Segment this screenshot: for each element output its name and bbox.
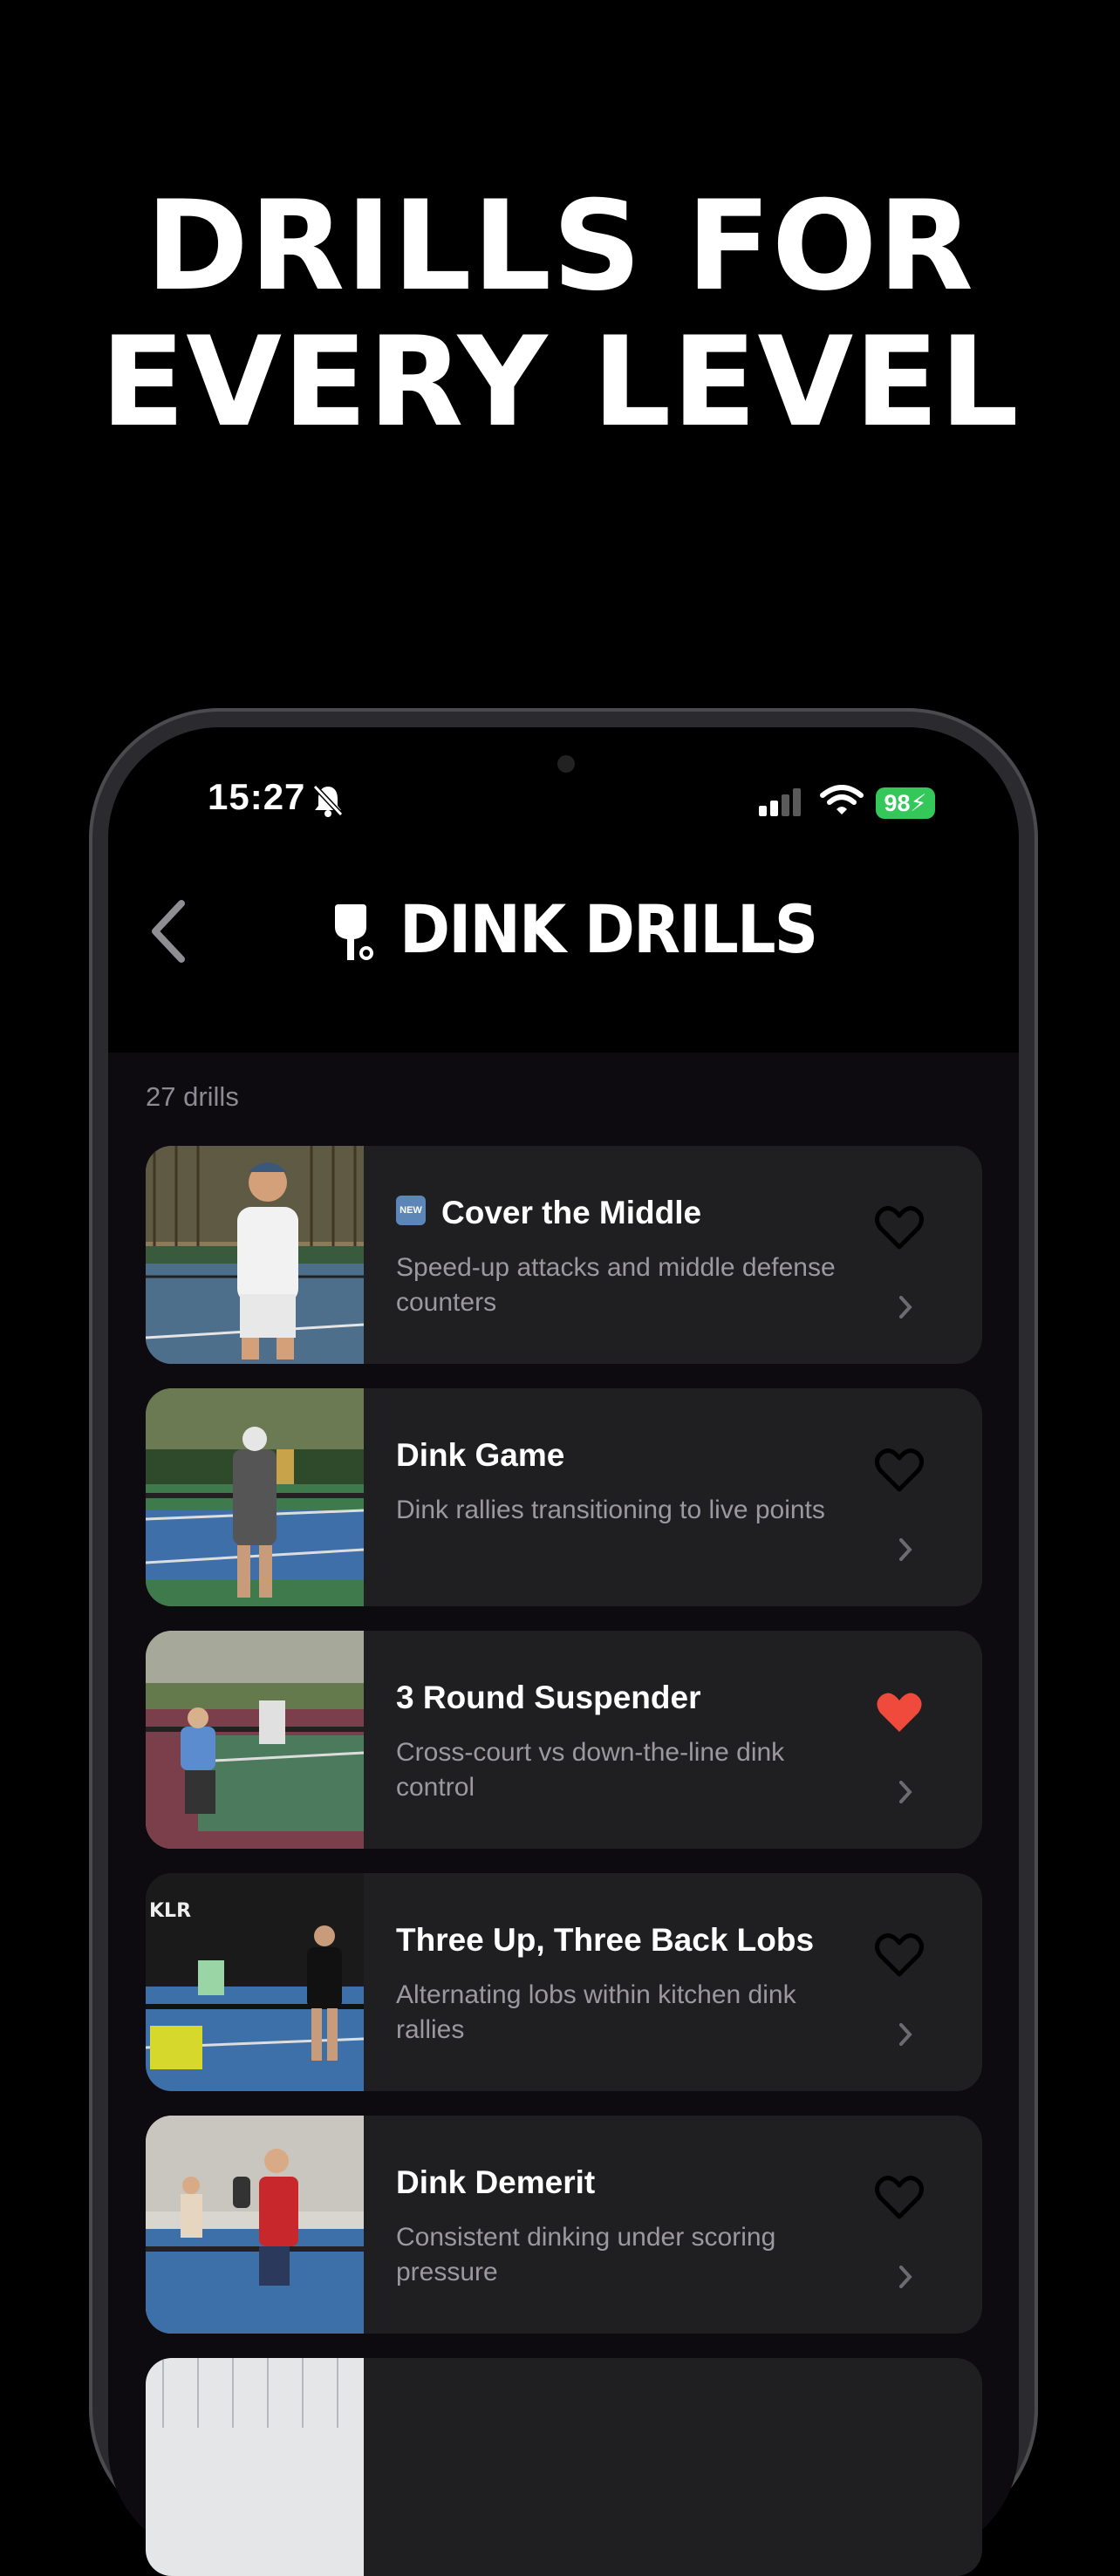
- headline-line-1: DRILLS FOR: [146, 174, 974, 318]
- cellular-signal-icon: [759, 788, 801, 816]
- drill-card[interactable]: Dink Demerit Consistent dinking under sc…: [146, 2116, 982, 2334]
- battery-indicator: 98⚡: [876, 787, 935, 819]
- status-time: 15:27: [208, 776, 306, 817]
- drill-thumbnail: [146, 1388, 364, 1606]
- drill-description: Speed-up attacks and middle defense coun…: [396, 1253, 836, 1317]
- drill-title: Dink Demerit: [396, 2164, 596, 2200]
- heart-outline-icon[interactable]: [875, 1448, 924, 1493]
- drill-title: 3 Round Suspender: [396, 1680, 701, 1715]
- thumbnail-wall-text: KLR: [149, 1900, 191, 1922]
- charging-bolt-icon: ⚡: [910, 790, 927, 816]
- drill-description: Dink rallies transitioning to live point…: [396, 1496, 825, 1524]
- heart-filled-icon[interactable]: [875, 1690, 924, 1735]
- hero-headline: DRILLS FOR EVERY LEVEL: [0, 179, 1120, 451]
- drill-title: Three Up, Three Back Lobs: [396, 1922, 815, 1958]
- page-title: DINK DRILLS: [400, 890, 818, 968]
- chevron-right-icon: [899, 1296, 912, 1319]
- drill-thumbnail: [146, 1146, 364, 1364]
- drill-thumbnail: KLR: [146, 1873, 364, 2091]
- drill-title: Dink Game: [396, 1437, 565, 1473]
- drill-count: 27 drills: [146, 1081, 239, 1112]
- paddle-logo-icon: [335, 904, 373, 960]
- new-badge: NEW: [396, 1196, 426, 1226]
- chevron-right-icon: [899, 2266, 912, 2288]
- drill-thumbnail: [146, 2358, 364, 2576]
- chevron-right-icon: [899, 2023, 912, 2046]
- heart-outline-icon[interactable]: [875, 1205, 924, 1251]
- drill-description: Alternating lobs within kitchen dink ral…: [396, 1980, 796, 2044]
- drill-description: Consistent dinking under scoring pressur…: [396, 2223, 776, 2286]
- drill-thumbnail: [146, 2116, 364, 2334]
- drill-thumbnail: [146, 1631, 364, 1849]
- drill-title-text: Cover the Middle: [441, 1195, 702, 1230]
- drill-card[interactable]: Dink Game Dink rallies transitioning to …: [146, 1388, 982, 1606]
- drill-description: Cross-court vs down-the-line dink contro…: [396, 1738, 785, 1802]
- front-camera: [557, 755, 575, 773]
- drill-card[interactable]: [146, 2358, 982, 2576]
- chevron-right-icon: [899, 1538, 912, 1561]
- drill-card[interactable]: KLR Three Up, Three Back Lobs Alternatin…: [146, 1873, 982, 2091]
- drill-card[interactable]: 3 Round Suspender Cross-court vs down-th…: [146, 1631, 982, 1849]
- drill-card[interactable]: NEW Cover the Middle Speed-up attacks and…: [146, 1146, 982, 1364]
- bell-muted-icon: [312, 784, 344, 817]
- battery-level: 98: [884, 790, 911, 816]
- wifi-icon: [820, 785, 864, 814]
- drill-title: NEW Cover the Middle: [396, 1195, 701, 1231]
- chevron-right-icon: [899, 1781, 912, 1803]
- headline-line-2: EVERY LEVEL: [100, 310, 1020, 454]
- heart-outline-icon[interactable]: [875, 2175, 924, 2220]
- heart-outline-icon[interactable]: [875, 1932, 924, 1978]
- back-chevron-icon[interactable]: [147, 896, 195, 966]
